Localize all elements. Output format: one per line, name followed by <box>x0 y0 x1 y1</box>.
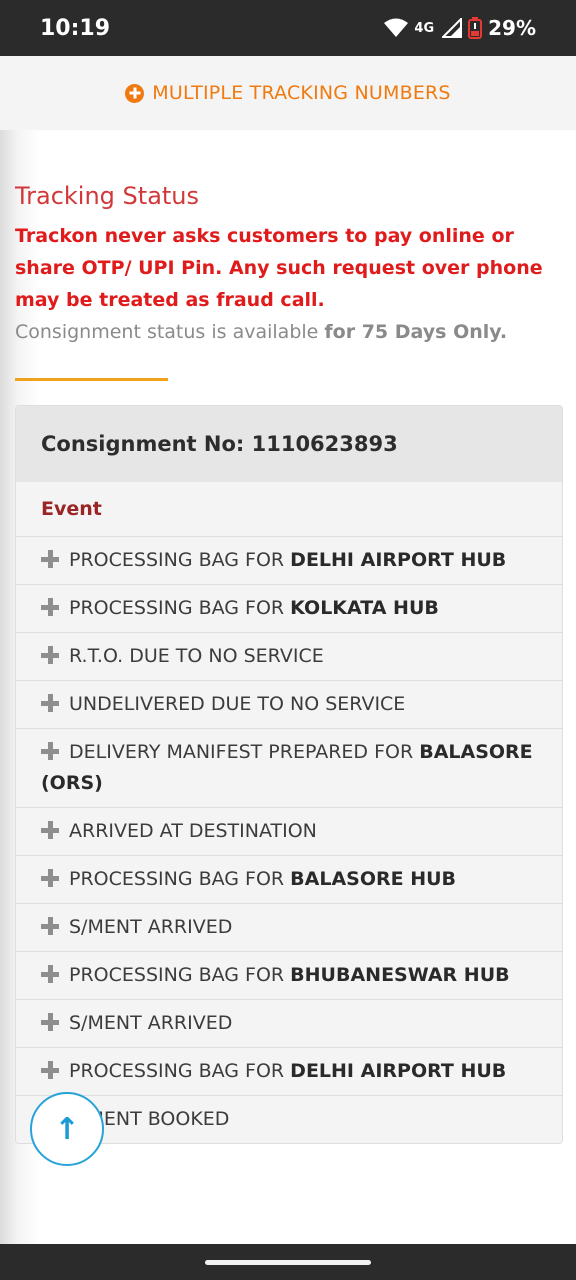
plus-circle-icon <box>125 83 145 103</box>
event-row[interactable]: ARRIVED AT DESTINATION <box>16 808 562 856</box>
event-text: UNDELIVERED DUE TO NO SERVICE <box>69 693 406 715</box>
expand-plus-icon[interactable] <box>41 742 59 760</box>
event-row[interactable]: DELIVERY MANIFEST PREPARED FOR BALASORE … <box>16 729 562 808</box>
event-text: PROCESSING BAG FOR <box>69 1060 291 1082</box>
expand-plus-icon[interactable] <box>41 917 59 935</box>
tracking-page: MULTIPLE TRACKING NUMBERS Tracking Statu… <box>0 56 576 1244</box>
event-text: S/MENT ARRIVED <box>69 1012 233 1034</box>
event-row[interactable]: PROCESSING BAG FOR KOLKATA HUB <box>16 585 562 633</box>
battery-percent: 29% <box>488 16 536 40</box>
tracking-status-title: Tracking Status <box>15 182 200 210</box>
event-row[interactable]: PROCESSING BAG FOR DELHI AIRPORT HUB <box>16 537 562 585</box>
network-type: 4G <box>414 20 435 36</box>
signal-icon <box>442 18 463 38</box>
consignment-number: Consignment No: 1110623893 <box>16 406 562 482</box>
wifi-icon <box>384 18 409 37</box>
event-text: ARRIVED AT DESTINATION <box>69 820 317 842</box>
expand-plus-icon[interactable] <box>41 598 59 616</box>
event-text: PROCESSING BAG FOR <box>69 868 291 890</box>
scroll-to-top-button[interactable]: ↑ <box>30 1092 104 1166</box>
expand-plus-icon[interactable] <box>41 1061 59 1079</box>
event-text: R.T.O. DUE TO NO SERVICE <box>69 645 324 667</box>
event-row[interactable]: UNDELIVERED DUE TO NO SERVICE <box>16 681 562 729</box>
tracking-content: Tracking Status Trackon never asks custo… <box>0 130 576 1144</box>
fraud-warning: Trackon never asks customers to pay onli… <box>15 225 543 311</box>
home-indicator[interactable] <box>205 1259 371 1265</box>
event-location: DELHI AIRPORT HUB <box>290 549 507 571</box>
event-location: BHUBANESWAR HUB <box>290 964 510 986</box>
battery-icon <box>468 17 483 39</box>
navigation-bar <box>0 1244 576 1280</box>
availability-note: Consignment status is available for 75 D… <box>15 316 561 348</box>
availability-prefix: Consignment status is available <box>15 321 319 343</box>
expand-plus-icon[interactable] <box>41 821 59 839</box>
expand-plus-icon[interactable] <box>41 1013 59 1031</box>
status-icons: 4G 29% <box>384 16 536 40</box>
event-text: PROCESSING BAG FOR <box>69 964 291 986</box>
section-divider <box>15 378 168 381</box>
multiple-tracking-button[interactable]: MULTIPLE TRACKING NUMBERS <box>0 56 576 130</box>
multiple-tracking-label: MULTIPLE TRACKING NUMBERS <box>152 82 451 104</box>
event-text: S/MENT ARRIVED <box>69 916 233 938</box>
event-text: PROCESSING BAG FOR <box>69 549 291 571</box>
event-text: DELIVERY MANIFEST PREPARED FOR <box>69 741 420 763</box>
event-location: BALASORE HUB <box>290 868 457 890</box>
event-list: PROCESSING BAG FOR DELHI AIRPORT HUB PROC… <box>16 537 562 1143</box>
status-bar: 10:19 4G 29% <box>0 0 576 56</box>
event-text: PROCESSING BAG FOR <box>69 597 291 619</box>
event-location: KOLKATA HUB <box>290 597 439 619</box>
event-column-header: Event <box>16 482 562 537</box>
status-time: 10:19 <box>40 15 111 41</box>
expand-plus-icon[interactable] <box>41 694 59 712</box>
consignment-card: Consignment No: 1110623893 Event PROCESS… <box>15 405 563 1144</box>
event-row[interactable]: S/MENT ARRIVED <box>16 904 562 952</box>
expand-plus-icon[interactable] <box>41 965 59 983</box>
expand-plus-icon[interactable] <box>41 646 59 664</box>
event-row[interactable]: PROCESSING BAG FOR BALASORE HUB <box>16 856 562 904</box>
expand-plus-icon[interactable] <box>41 869 59 887</box>
event-row[interactable]: PROCESSING BAG FOR DELHI AIRPORT HUB <box>16 1048 562 1096</box>
arrow-up-icon: ↑ <box>54 1111 80 1147</box>
event-row[interactable]: R.T.O. DUE TO NO SERVICE <box>16 633 562 681</box>
event-location: DELHI AIRPORT HUB <box>290 1060 507 1082</box>
event-row[interactable]: PROCESSING BAG FOR BHUBANESWAR HUB <box>16 952 562 1000</box>
event-row[interactable]: S/MENT ARRIVED <box>16 1000 562 1048</box>
expand-plus-icon[interactable] <box>41 550 59 568</box>
availability-days: for 75 Days Only. <box>324 321 508 343</box>
